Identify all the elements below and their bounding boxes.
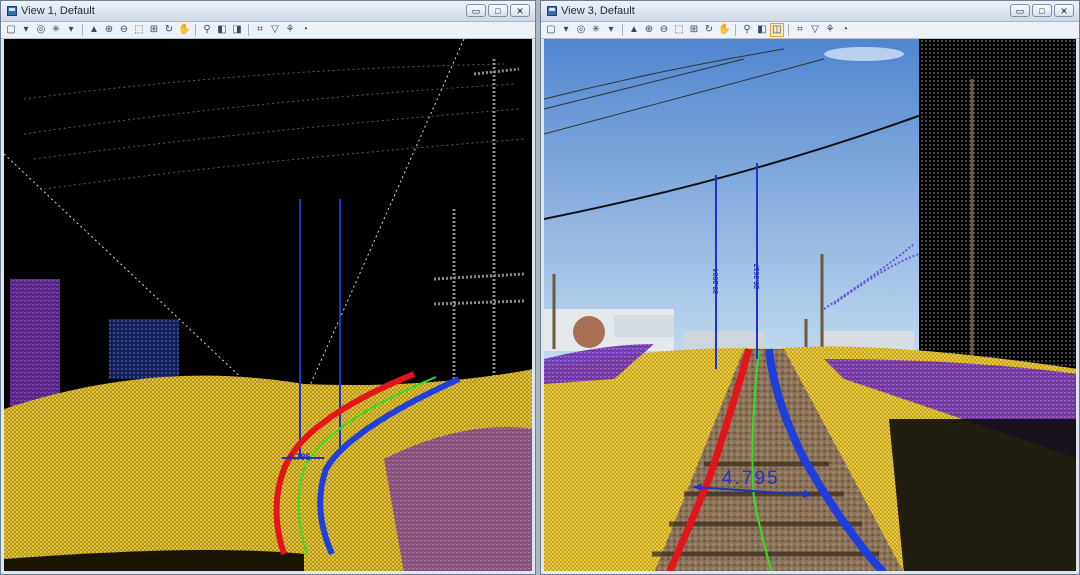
previous-view-icon[interactable]: ◧	[756, 24, 768, 36]
maximize-button[interactable]: □	[1032, 4, 1052, 17]
toggle-camera-icon[interactable]: ⚘	[284, 24, 296, 36]
camera-overlay-scene: 29.2004 29.3617 4.795	[544, 39, 1076, 571]
walk-icon[interactable]: ⚲	[201, 24, 213, 36]
point-cloud-scene: 4.795	[4, 39, 532, 571]
display-style-icon[interactable]: ◎	[35, 24, 47, 36]
view-3-titlebar[interactable]: View 3, Default ▭ □ ✕	[541, 1, 1079, 22]
view-1-point-cloud-viewport[interactable]: 4.795	[4, 39, 532, 571]
walk-icon[interactable]: ⚲	[741, 24, 753, 36]
clip-volume-icon[interactable]: ⌗	[254, 24, 266, 36]
pan-icon[interactable]: ✋	[178, 24, 190, 36]
rotate-icon[interactable]: ↻	[163, 24, 175, 36]
dropdown-arrow-icon[interactable]: ▾	[65, 24, 77, 36]
gauge-dimension-label: 4.795	[288, 452, 311, 462]
view-3-window: View 3, Default ▭ □ ✕ ▢ ▾ ◎ ✳ ▾ ▲ ⊕ ⊖ ⬚ …	[540, 0, 1080, 575]
zoom-in-icon[interactable]: ⊕	[643, 24, 655, 36]
pan-icon[interactable]: ✋	[718, 24, 730, 36]
clip-mask-icon[interactable]: ▽	[809, 24, 821, 36]
next-view-icon[interactable]: ⚘	[824, 24, 836, 36]
previous-view-icon[interactable]: ◧	[216, 24, 228, 36]
minimize-button[interactable]: ▭	[1010, 4, 1030, 17]
view-1-titlebar[interactable]: View 1, Default ▭ □ ✕	[1, 1, 535, 22]
view-frustum-line	[303, 39, 465, 400]
view-attributes-icon[interactable]: ▢	[545, 24, 557, 36]
toolbar-separator	[622, 24, 623, 36]
view-1-title: View 1, Default	[21, 5, 95, 17]
close-button[interactable]: ✕	[510, 4, 530, 17]
update-icon[interactable]: ▲	[88, 24, 100, 36]
toolbar-separator	[788, 24, 789, 36]
rotate-icon[interactable]: ↻	[703, 24, 715, 36]
display-style-icon[interactable]: ◎	[575, 24, 587, 36]
dropdown-arrow-icon[interactable]: ▾	[605, 24, 617, 36]
tree	[573, 316, 605, 348]
render-mode-icon[interactable]: ✳	[590, 24, 602, 36]
close-button[interactable]: ✕	[1054, 4, 1074, 17]
toolbar-separator	[248, 24, 249, 36]
update-icon[interactable]: ▲	[628, 24, 640, 36]
clip-volume-icon[interactable]: ⌗	[794, 24, 806, 36]
gauge-dimension-label: 4.795	[722, 468, 780, 489]
view-window-icon	[7, 6, 17, 16]
render-mode-icon[interactable]: ✳	[50, 24, 62, 36]
toolbar-separator	[735, 24, 736, 36]
view-1-toolbar: ▢ ▾ ◎ ✳ ▾ ▲ ⊕ ⊖ ⬚ ⊞ ↻ ✋ ⚲ ◧ ◨ ⌗ ▽ ⚘ ◔	[1, 22, 535, 39]
zoom-in-icon[interactable]: ⊕	[103, 24, 115, 36]
window-area-icon[interactable]: ⬚	[673, 24, 685, 36]
building-point-cloud	[919, 39, 1076, 369]
height-label-left: 29.2004	[713, 269, 720, 294]
fit-view-icon[interactable]: ⊞	[148, 24, 160, 36]
view-display-icon[interactable]: ◔	[299, 24, 311, 36]
fit-view-icon[interactable]: ⊞	[688, 24, 700, 36]
view-3-title: View 3, Default	[561, 5, 635, 17]
view-3-toolbar: ▢ ▾ ◎ ✳ ▾ ▲ ⊕ ⊖ ⬚ ⊞ ↻ ✋ ⚲ ◧ ◫ ⌗ ▽ ⚘ ◔	[541, 22, 1079, 39]
height-label-right: 29.3617	[754, 264, 761, 289]
view-attributes-icon[interactable]: ▢	[5, 24, 17, 36]
view-window-icon	[547, 6, 557, 16]
maximize-button[interactable]: □	[488, 4, 508, 17]
view-1-window: View 1, Default ▭ □ ✕ ▢ ▾ ◎ ✳ ▾ ▲ ⊕ ⊖ ⬚ …	[0, 0, 536, 575]
view-3-camera-viewport[interactable]: 29.2004 29.3617 4.795	[544, 39, 1076, 571]
building-points	[109, 319, 179, 379]
utility-pole-points	[433, 59, 525, 379]
toolbar-separator	[82, 24, 83, 36]
window-area-icon[interactable]: ⬚	[133, 24, 145, 36]
next-view-icon[interactable]: ◨	[231, 24, 243, 36]
toggle-camera-icon[interactable]: ◫	[770, 23, 784, 37]
toolbar-separator	[195, 24, 196, 36]
dropdown-arrow-icon[interactable]: ▾	[20, 24, 32, 36]
view-display-icon[interactable]: ◔	[839, 24, 851, 36]
zoom-out-icon[interactable]: ⊖	[658, 24, 670, 36]
minimize-button[interactable]: ▭	[466, 4, 486, 17]
overhead-wires	[23, 63, 525, 190]
dropdown-arrow-icon[interactable]: ▾	[560, 24, 572, 36]
clip-mask-icon[interactable]: ▽	[269, 24, 281, 36]
zoom-out-icon[interactable]: ⊖	[118, 24, 130, 36]
